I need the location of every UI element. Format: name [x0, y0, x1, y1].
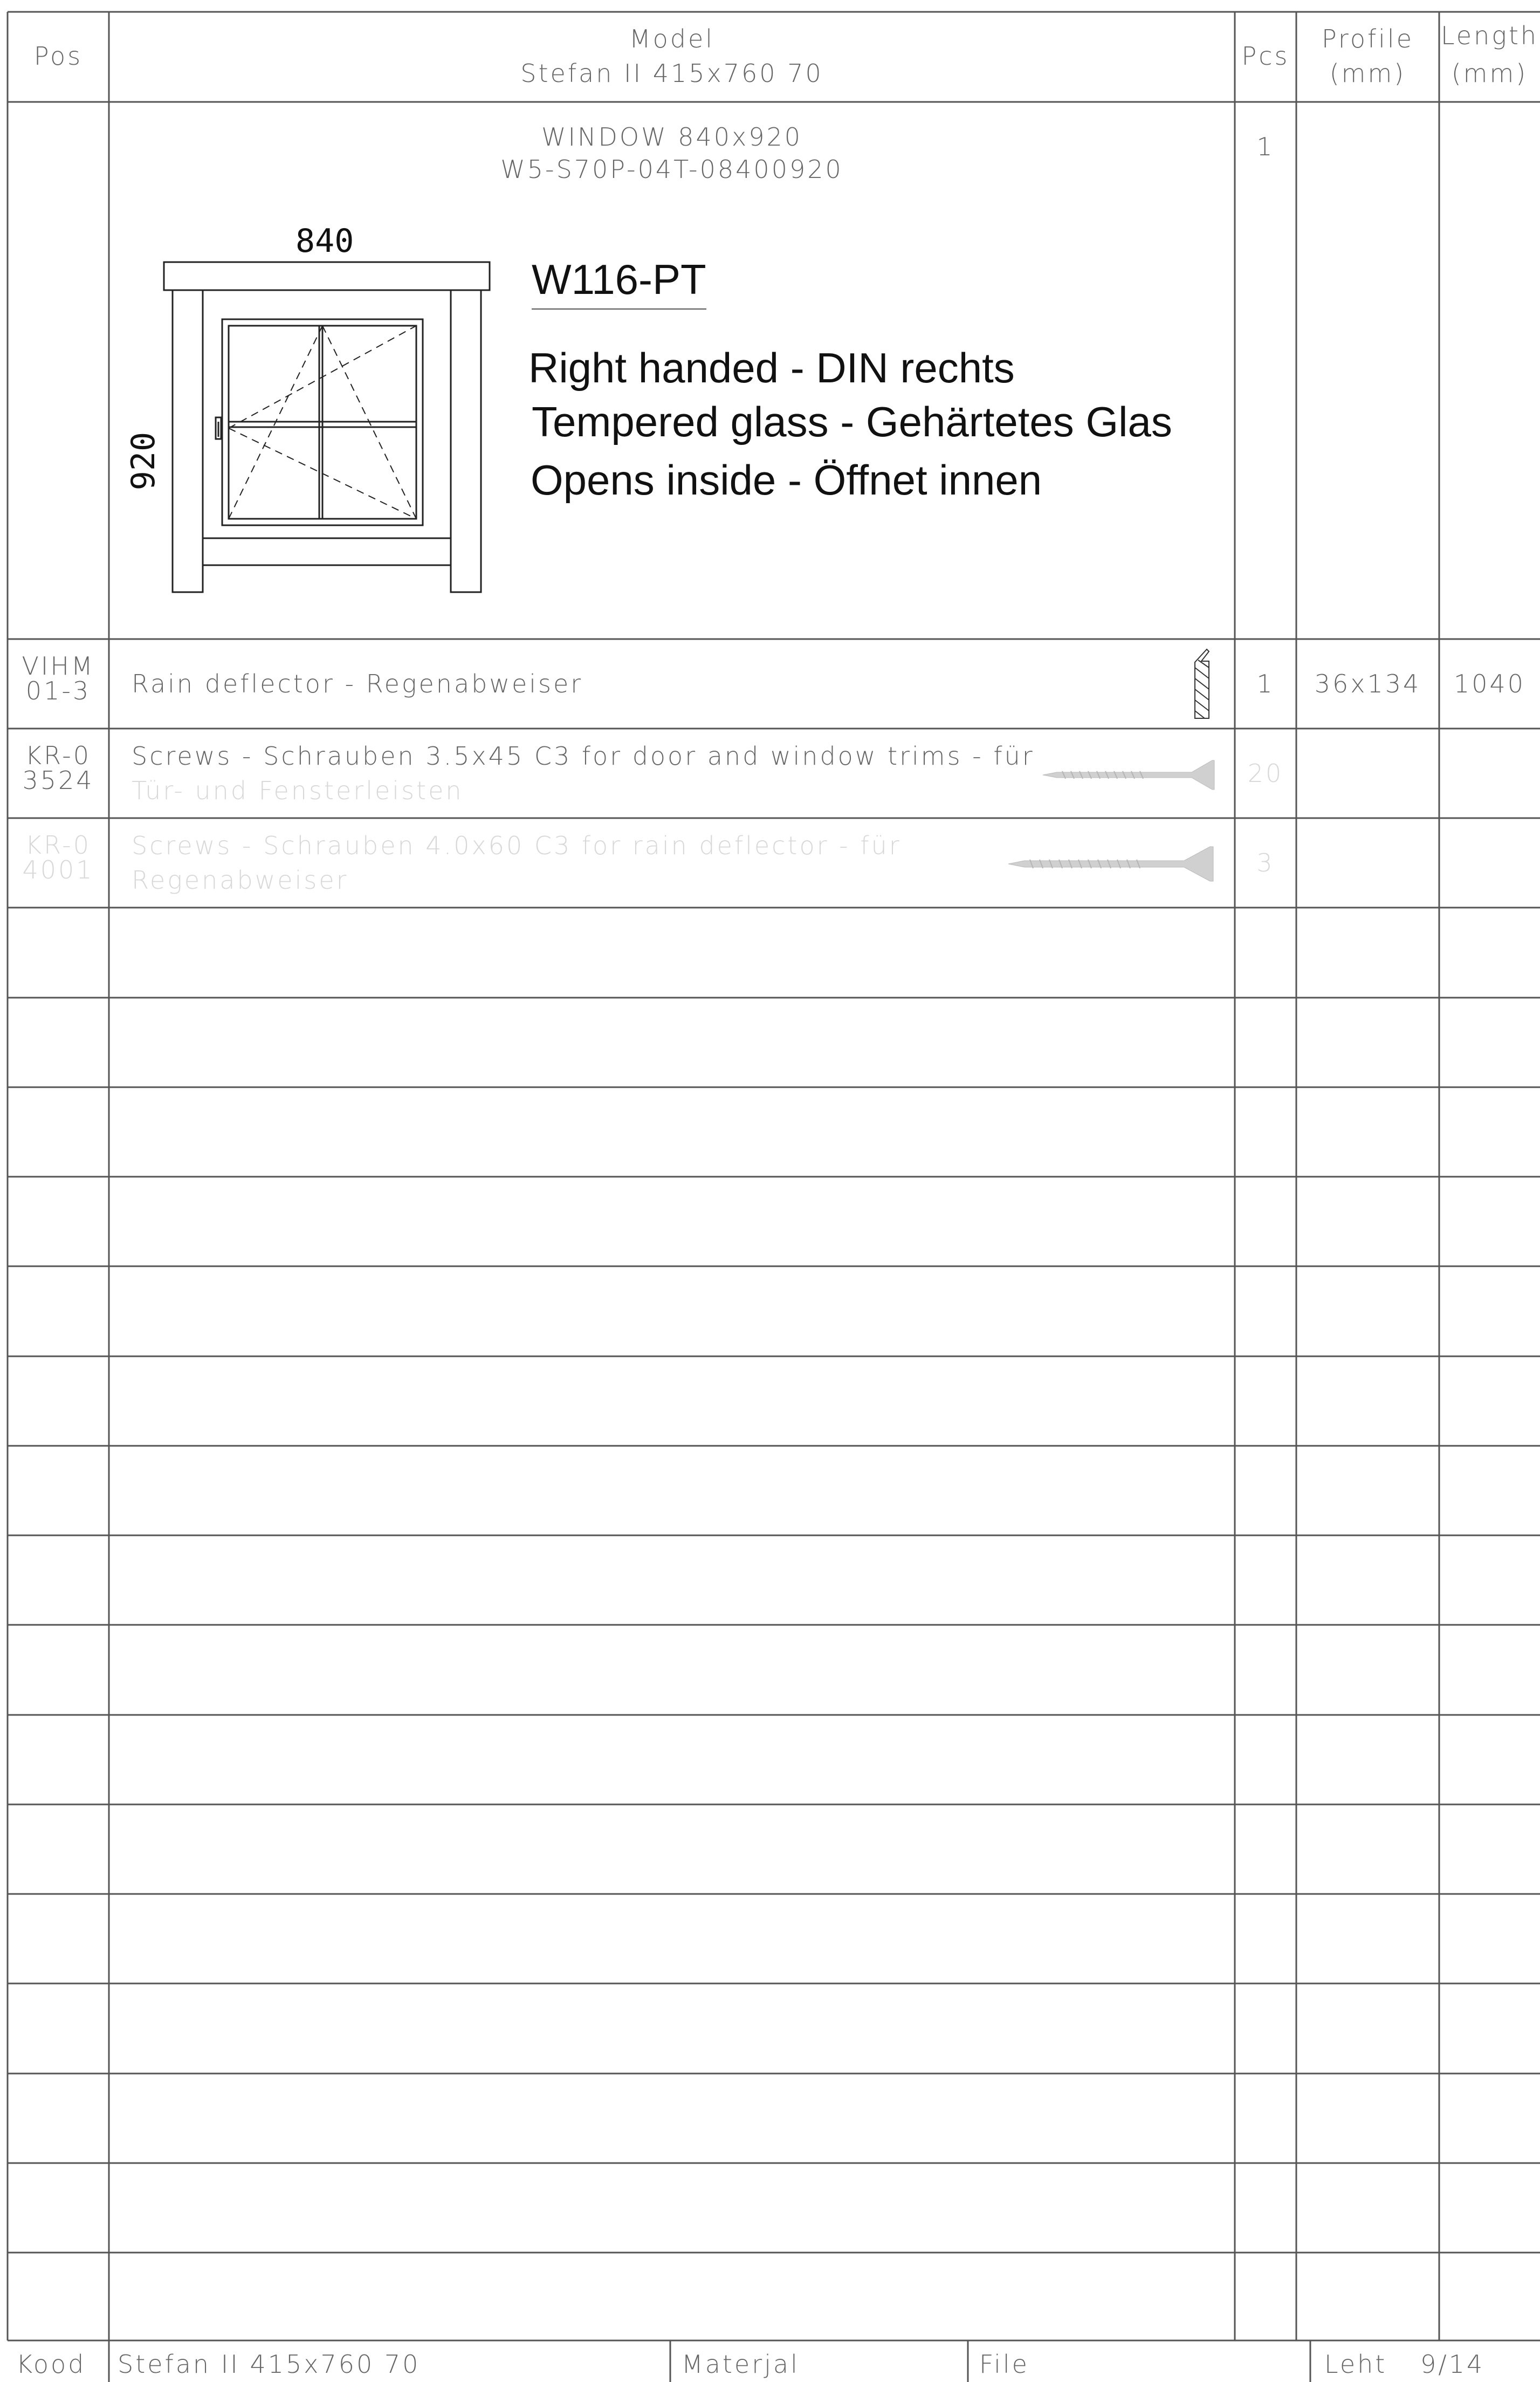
row1-profile: 36x134 [1314, 669, 1421, 698]
row3-description-line1: Screws - Schrauben 4.0x60 C3 for rain de… [132, 831, 902, 860]
row2-description-line2: Tür- und Fensterleisten [132, 776, 464, 805]
window-note-glass: Tempered glass - Gehärtetes Glas [532, 398, 1172, 445]
window-title: WINDOW 840x920 [541, 122, 802, 152]
window-ref: W116-PT [532, 252, 706, 310]
row1-pos-line1: VIHM [22, 651, 95, 681]
window-height-dimension: 920 [125, 431, 163, 491]
footer-file: File [979, 2350, 1029, 2379]
window-width-dimension: 840 [295, 222, 354, 260]
row3-description-line2: Regenabweiser [132, 866, 349, 895]
row3-pos-line2: 4001 [22, 855, 94, 884]
window-pcs: 1 [1256, 132, 1275, 161]
row1-pos-line2: 01-3 [25, 676, 91, 705]
header-pcs: Pcs [1241, 42, 1290, 71]
screw-icon [1008, 846, 1214, 882]
row3-pos-line1: KR-0 [25, 830, 92, 860]
header-length: Length [1440, 21, 1539, 50]
row2-description-line1: Screws - Schrauben 3.5x45 C3 for door an… [132, 742, 1035, 771]
window-note-handing: Right handed - DIN rechts [528, 344, 1015, 392]
window-code: W5-S70P-04T-08400920 [500, 155, 843, 184]
header-pos: Pos [33, 42, 83, 71]
row1-length: 1040 [1453, 669, 1526, 698]
header-model-label: Model [629, 24, 715, 53]
footer-page: 9/14 [1420, 2350, 1485, 2379]
footer-kood: Kood [16, 2350, 86, 2379]
footer-model-name: Stefan II 415x760 70 [118, 2350, 421, 2379]
row1-description: Rain deflector - Regenabweiser [132, 669, 583, 698]
header-model-name: Stefan II 415x760 70 [520, 59, 823, 88]
row2-pos-line2: 3524 [22, 766, 94, 795]
row2-pcs: 20 [1247, 759, 1284, 788]
row2-pos-line1: KR-0 [25, 741, 92, 770]
header-profile: Profile [1321, 24, 1414, 53]
footer-materjal: Materjal [682, 2350, 800, 2379]
screw-icon [1042, 760, 1215, 790]
header-profile-unit: (mm) [1329, 59, 1406, 88]
rain-deflector-icon [1194, 648, 1210, 719]
footer-leht: Leht [1324, 2350, 1387, 2379]
window-note-opening: Opens inside - Öffnet innen [531, 456, 1042, 504]
spec-sheet: Pos Model Stefan II 415x760 70 Pcs Profi… [0, 0, 1540, 2382]
row3-pcs: 3 [1256, 848, 1275, 877]
header-length-unit: (mm) [1451, 59, 1528, 88]
row1-pcs: 1 [1256, 669, 1275, 698]
window-drawing [163, 261, 491, 593]
